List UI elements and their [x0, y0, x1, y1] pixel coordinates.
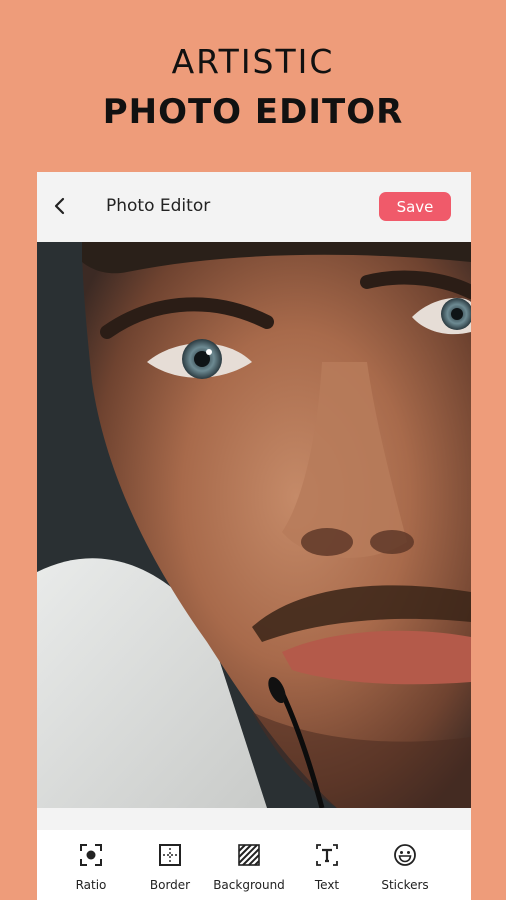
tool-stickers[interactable]: Stickers [365, 842, 445, 898]
screen-title: Photo Editor [106, 196, 211, 216]
toolbar-divider [37, 808, 471, 830]
stickers-icon [394, 844, 416, 866]
app-bar: Photo Editor Save [37, 172, 471, 242]
ratio-icon [80, 844, 102, 866]
bottom-toolbar: Ratio Border Background Text Stickers [37, 830, 471, 900]
phone-screen: Photo Editor Save Ratio Border Backgroun… [37, 172, 471, 900]
border-icon [159, 844, 181, 866]
background-icon [238, 844, 260, 866]
tool-stickers-label: Stickers [381, 878, 429, 892]
back-button[interactable] [47, 192, 75, 220]
save-button[interactable]: Save [379, 192, 451, 221]
portrait-photo [37, 242, 471, 808]
tool-border[interactable]: Border [130, 842, 210, 898]
photo-canvas[interactable] [37, 242, 471, 808]
tool-ratio[interactable]: Ratio [51, 842, 131, 898]
promo-title-line1: ARTISTIC [171, 42, 335, 81]
promo-title-line2: PHOTO EDITOR [102, 92, 404, 132]
text-icon [316, 844, 338, 866]
back-arrow-icon [54, 197, 65, 215]
